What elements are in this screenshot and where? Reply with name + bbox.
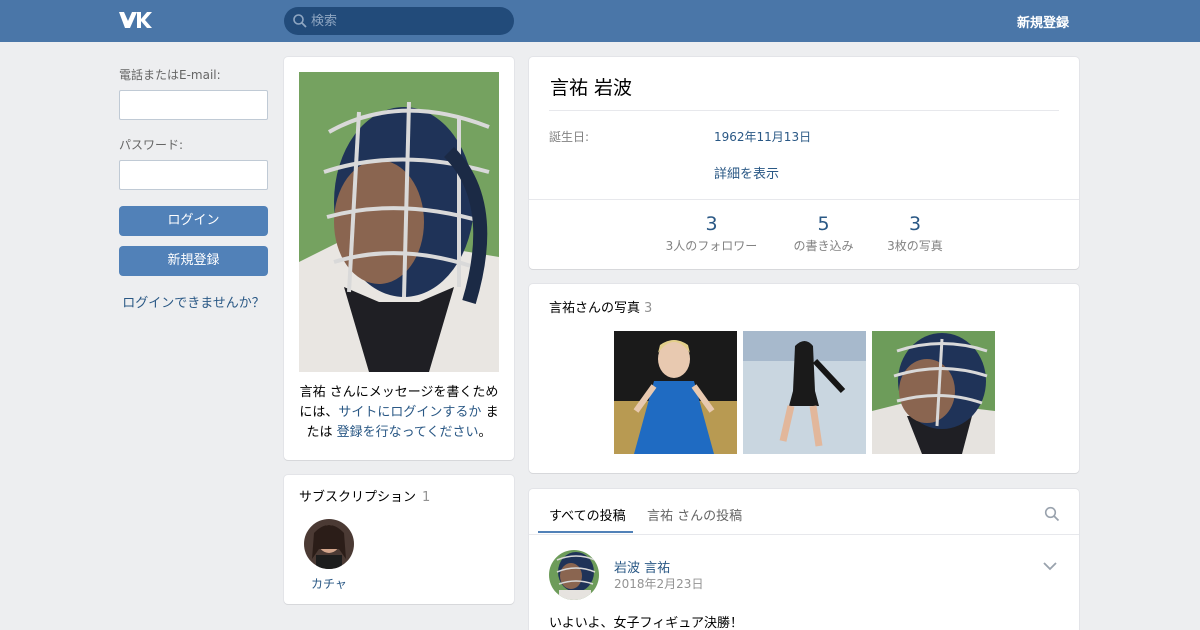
message-register-link[interactable]: 登録を行なってください — [337, 425, 479, 440]
email-label: 電話またはE-mail: — [119, 68, 221, 82]
profile-photo[interactable] — [299, 72, 499, 372]
divider — [529, 534, 1079, 535]
subscriptions-count: 1 — [422, 490, 431, 505]
divider — [549, 110, 1059, 111]
password-label: パスワード: — [119, 138, 184, 152]
post-author-avatar[interactable] — [549, 550, 599, 600]
post-text: いよいよ、女子フィギュア決勝！ — [549, 616, 743, 630]
counter-value: 3 — [705, 213, 718, 235]
message-prompt: 言祐 さんにメッセージを書くためには、サイトにログインするか または 登録を行な… — [298, 383, 500, 443]
counter-value: 3 — [908, 213, 922, 235]
counter-label: 3枚の写真 — [887, 239, 943, 253]
photo-thumbnail[interactable] — [872, 331, 995, 454]
photo-thumbnail[interactable] — [614, 331, 737, 454]
active-tab-indicator — [538, 531, 633, 533]
chevron-down-icon[interactable] — [1042, 560, 1058, 572]
subscription-avatar[interactable] — [304, 519, 354, 569]
tab-all-posts[interactable]: すべての投稿 — [549, 505, 626, 524]
search-icon[interactable] — [1044, 506, 1060, 522]
subscriptions-title-text: サブスクリプション — [299, 490, 417, 505]
login-button[interactable]: ログイン — [119, 206, 268, 236]
profile-photo-card: 言祐 さんにメッセージを書くためには、サイトにログインするか または 登録を行な… — [284, 57, 514, 460]
password-field[interactable] — [119, 160, 268, 190]
birthday-value[interactable]: 1962年11月13日 — [714, 128, 811, 145]
counter-posts[interactable]: 5 の書き込み — [781, 213, 866, 254]
subscriptions-title[interactable]: サブスクリプション 1 — [299, 486, 430, 505]
message-suffix-text: 。 — [478, 425, 492, 440]
photos-count: 3 — [644, 301, 653, 316]
photos-title-text: 言祐さんの写真 — [549, 301, 641, 316]
counter-value: 5 — [817, 213, 830, 235]
search-box[interactable] — [284, 7, 514, 35]
counter-followers[interactable]: 3 3人のフォロワー — [649, 213, 774, 254]
top-header: 新規登録 — [0, 0, 1200, 42]
forgot-login-link[interactable]: ログインできませんか？ — [119, 292, 268, 311]
birthday-label: 誕生日: — [549, 130, 590, 144]
subscriptions-card: サブスクリプション 1 カチャ — [284, 475, 514, 604]
tab-owner-posts[interactable]: 言祐 さんの投稿 — [647, 505, 742, 524]
divider — [529, 199, 1079, 200]
photos-card: 言祐さんの写真 3 — [529, 284, 1079, 473]
search-input[interactable] — [311, 7, 506, 35]
search-icon — [293, 14, 307, 28]
photo-thumbnail[interactable] — [743, 331, 866, 454]
post-date[interactable]: 2018年2月23日 — [614, 575, 703, 592]
vk-logo-icon[interactable] — [118, 9, 152, 31]
email-field[interactable] — [119, 90, 268, 120]
counter-photos[interactable]: 3 3枚の写真 — [875, 213, 955, 254]
counter-label: の書き込み — [793, 239, 854, 253]
counter-label: 3人のフォロワー — [665, 239, 758, 253]
subscription-name[interactable]: カチャ — [294, 575, 364, 592]
register-button[interactable]: 新規登録 — [119, 246, 268, 276]
header-register-link[interactable]: 新規登録 — [1017, 12, 1069, 31]
show-more-link[interactable]: 詳細を表示 — [714, 163, 779, 182]
post-author-name[interactable]: 岩波 言祐 — [614, 557, 670, 576]
profile-info-card: 言祐 岩波 誕生日: 1962年11月13日 詳細を表示 3 3人のフォロワー … — [529, 57, 1079, 269]
profile-name: 言祐 岩波 — [550, 77, 633, 99]
message-login-link[interactable]: サイトにログインするか — [338, 405, 481, 420]
login-form: 電話またはE-mail: パスワード: ログイン 新規登録 ログインできませんか… — [119, 66, 268, 311]
photos-title[interactable]: 言祐さんの写真 3 — [549, 297, 652, 316]
wall-card: すべての投稿 言祐 さんの投稿 岩波 言祐 2018年2月23日 いよいよ、女子… — [529, 489, 1079, 630]
